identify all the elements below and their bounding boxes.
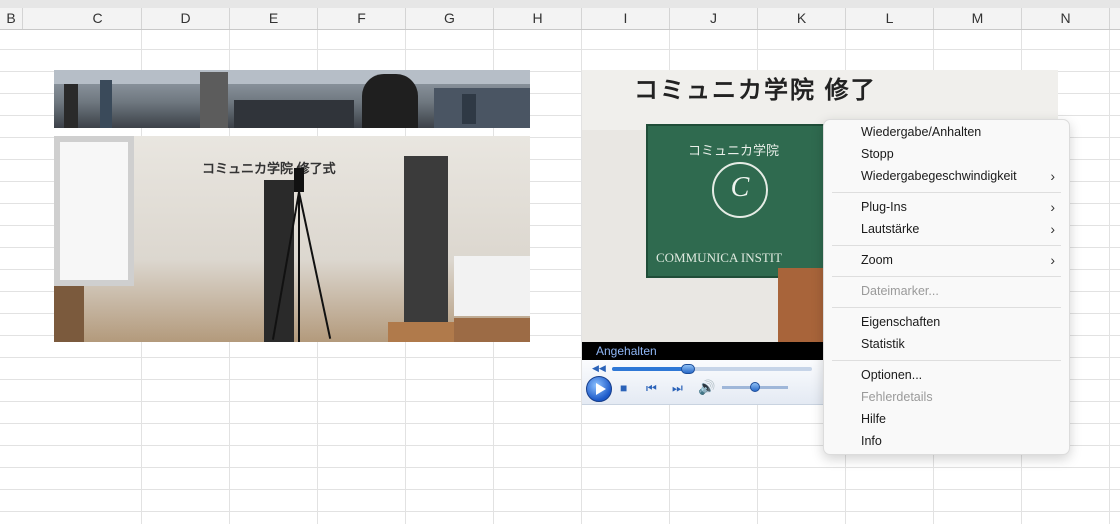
column-header-m[interactable]: M bbox=[934, 8, 1022, 29]
menu-item-eigenschaften[interactable]: Eigenschaften bbox=[824, 312, 1069, 334]
column-header-i[interactable]: I bbox=[582, 8, 670, 29]
menu-separator bbox=[832, 245, 1061, 246]
chevron-right-icon: › bbox=[1050, 252, 1055, 268]
menu-item-wiedergabe-anhalten[interactable]: Wiedergabe/Anhalten bbox=[824, 122, 1069, 144]
ceiling bbox=[54, 70, 530, 84]
play-button[interactable] bbox=[586, 376, 612, 402]
menu-separator bbox=[832, 307, 1061, 308]
column-header-n[interactable]: N bbox=[1022, 8, 1110, 29]
institute-text: COMMUNICA INSTIT bbox=[656, 250, 783, 265]
previous-icon[interactable]: ⏮ bbox=[646, 381, 657, 396]
next-icon[interactable]: ⏭ bbox=[672, 381, 683, 396]
seal-emblem: C bbox=[712, 162, 768, 218]
tripod bbox=[271, 168, 332, 342]
person-3 bbox=[200, 72, 228, 128]
seal-letter: C bbox=[730, 172, 750, 203]
menu-item-statistik[interactable]: Statistik bbox=[824, 334, 1069, 356]
menu-separator bbox=[832, 192, 1061, 193]
player-status-bar: Angehalten bbox=[582, 342, 823, 360]
door-wall bbox=[434, 88, 530, 128]
column-header-k[interactable]: K bbox=[758, 8, 846, 29]
menu-item-info[interactable]: Info bbox=[824, 431, 1069, 453]
person-1 bbox=[64, 84, 78, 128]
menu-item-wiedergabegeschwindigkeit[interactable]: Wiedergabegeschwindigkeit › bbox=[824, 166, 1069, 188]
volume-slider[interactable] bbox=[722, 382, 788, 392]
stop-icon[interactable]: ■ bbox=[620, 381, 627, 395]
person-2 bbox=[100, 80, 112, 128]
column-header-h[interactable]: H bbox=[494, 8, 582, 29]
column-header-e[interactable]: E bbox=[230, 8, 318, 29]
column-header-l[interactable]: L bbox=[846, 8, 934, 29]
column-header-d[interactable]: D bbox=[142, 8, 230, 29]
menu-item-hilfe[interactable]: Hilfe bbox=[824, 409, 1069, 431]
menu-item-lautstaerke[interactable]: Lautstärke › bbox=[824, 219, 1069, 241]
menu-item-plug-ins[interactable]: Plug-Ins › bbox=[824, 197, 1069, 219]
chevron-right-icon: › bbox=[1050, 221, 1055, 237]
crowd bbox=[234, 100, 354, 128]
door bbox=[462, 94, 476, 124]
volume-thumb[interactable] bbox=[750, 382, 760, 392]
video-flag: コミュニカ学院 C COMMUNICA INSTIT bbox=[646, 124, 830, 278]
menu-item-optionen[interactable]: Optionen... bbox=[824, 365, 1069, 387]
column-header-f[interactable]: F bbox=[318, 8, 406, 29]
flag-text: コミュニカ学院 bbox=[688, 143, 780, 158]
platform bbox=[388, 322, 460, 342]
embedded-photo-room[interactable] bbox=[54, 70, 530, 128]
video-banner-text: コミュニカ学院 修了 bbox=[634, 77, 877, 104]
column-header-b[interactable]: B bbox=[0, 8, 23, 29]
player-controls: ◀◀ ■ ⏮ ⏭ 🔊 bbox=[582, 360, 823, 405]
column-header-j[interactable]: J bbox=[670, 8, 758, 29]
seek-bar[interactable] bbox=[612, 364, 812, 374]
column-header-g[interactable]: G bbox=[406, 8, 494, 29]
seek-progress bbox=[612, 367, 688, 371]
title-strip bbox=[0, 0, 1120, 8]
column-header-bar: B C D E F G H I J K L M N bbox=[0, 8, 1120, 30]
menu-item-zoom[interactable]: Zoom › bbox=[824, 250, 1069, 272]
window bbox=[54, 136, 134, 286]
embedded-photo-stage[interactable]: コミュニカ学院 修了式 bbox=[54, 136, 530, 342]
column-header-c[interactable]: C bbox=[54, 8, 142, 29]
menu-item-fehlerdetails: Fehlerdetails bbox=[861, 390, 933, 404]
chevron-right-icon: › bbox=[1050, 199, 1055, 215]
menu-separator bbox=[832, 360, 1061, 361]
person-photographer bbox=[404, 156, 448, 336]
whiteboard bbox=[454, 256, 530, 316]
menu-item-dateimarker: Dateimarker... bbox=[861, 284, 939, 298]
player-status-text: Angehalten bbox=[596, 344, 657, 358]
podium-left bbox=[54, 286, 84, 342]
rewind-icon[interactable]: ◀◀ bbox=[592, 363, 606, 374]
menu-separator bbox=[832, 276, 1061, 277]
table bbox=[454, 318, 530, 342]
person-4 bbox=[362, 74, 418, 128]
volume-icon[interactable]: 🔊 bbox=[698, 379, 715, 396]
seek-thumb[interactable] bbox=[681, 364, 695, 374]
menu-item-stopp[interactable]: Stopp bbox=[824, 144, 1069, 166]
context-menu: Wiedergabe/Anhalten Stopp Wiedergabegesc… bbox=[823, 119, 1070, 455]
chevron-right-icon: › bbox=[1050, 168, 1055, 184]
